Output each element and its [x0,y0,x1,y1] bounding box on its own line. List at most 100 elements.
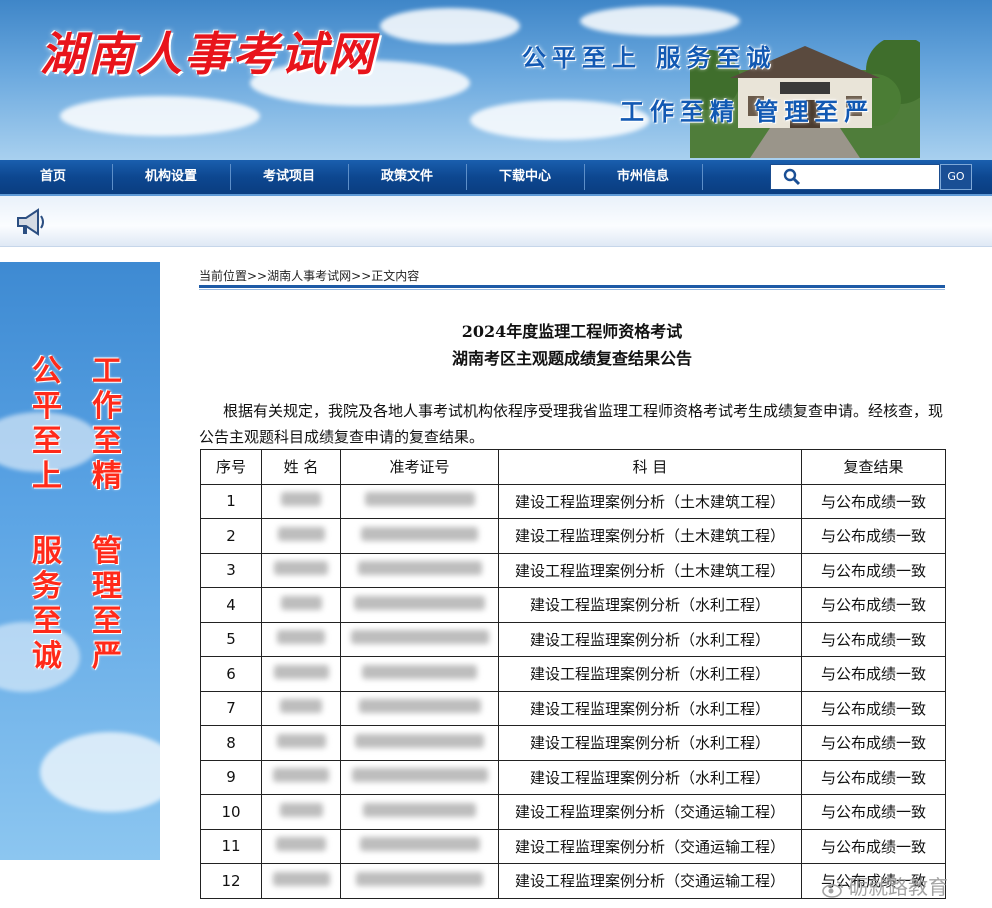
cloud [40,732,160,812]
watermark: 砺就路教育 [822,871,948,900]
go-button[interactable]: GO [940,164,972,190]
table-row: 8 建设工程监理案例分析（水利工程） 与公布成绩一致 [200,725,946,761]
cell-name-redacted [261,621,341,657]
cell-name-redacted [261,552,341,588]
cell-no: 1 [200,483,262,519]
nav-item-downloads[interactable]: 下载中心 [466,160,584,194]
redaction-blur [358,699,481,714]
cell-ticket-no-redacted [340,587,499,623]
nav-item-policies[interactable]: 政策文件 [348,160,466,194]
cell-result: 与公布成绩一致 [801,725,946,761]
header-result: 复查结果 [801,449,946,485]
redaction-blur [276,733,326,748]
table-row: 4 建设工程监理案例分析（水利工程） 与公布成绩一致 [200,587,946,623]
cell-ticket-no-redacted [340,759,499,795]
cell-ticket-no-redacted [340,725,499,761]
redaction-blur [363,802,476,817]
redaction-blur [355,733,484,748]
header-name: 姓 名 [261,449,341,485]
side-text-3: 工作至精 [92,354,122,494]
article-title-line2: 湖南考区主观题成绩复查结果公告 [451,349,692,368]
cell-name-redacted [261,794,341,830]
cell-subject: 建设工程监理案例分析（交通运输工程） [498,828,802,864]
cloud [60,96,260,136]
redaction-blur [280,699,322,714]
cell-no: 6 [200,656,262,692]
table-row: 5 建设工程监理案例分析（水利工程） 与公布成绩一致 [200,621,946,657]
article-paragraph: 根据有关规定，我院及各地人事考试机构依程序受理我省监理工程师资格考试考生成绩复查… [199,402,944,446]
slogan-line1: 公平至上 服务至诚 [522,43,777,72]
side-text-2: 服务至诚 [32,534,62,674]
cell-no: 11 [200,828,262,864]
cell-no: 3 [200,552,262,588]
cell-no: 12 [200,863,262,899]
cell-no: 2 [200,518,262,554]
cell-no: 5 [200,621,262,657]
speaker-icon [17,208,44,236]
cell-ticket-no-redacted [340,483,499,519]
header-no: 序号 [200,449,262,485]
breadcrumb: 当前位置>>湖南人事考试网>>正文内容 [199,267,419,284]
nav-item-organization[interactable]: 机构设置 [112,160,230,194]
redaction-blur [359,837,480,852]
breadcrumb-divider [199,285,945,288]
redaction-blur [273,768,329,783]
notice-bar [0,196,992,247]
header-subject: 科 目 [498,449,802,485]
redaction-blur [351,768,488,783]
redaction-blur [361,526,478,541]
cell-result: 与公布成绩一致 [801,587,946,623]
header-ticket-no: 准考证号 [340,449,499,485]
watermark-text: 砺就路教育 [848,875,948,899]
table-row: 6 建设工程监理案例分析（水利工程） 与公布成绩一致 [200,656,946,692]
side-text-1: 公平至上 [32,354,62,494]
cell-ticket-no-redacted [340,656,499,692]
breadcrumb-prefix: 当前位置>> [199,269,268,283]
cell-ticket-no-redacted [340,621,499,657]
redaction-blur [280,595,322,610]
table-row: 3 建设工程监理案例分析（土木建筑工程） 与公布成绩一致 [200,552,946,588]
redaction-blur [356,871,483,886]
site-banner: 湖南人事考试网 公平至上 服务至诚 工作至精 管理至严 [0,0,992,160]
nav-item-home[interactable]: 首页 [0,160,112,194]
weibo-icon [822,880,843,898]
cell-ticket-no-redacted [340,828,499,864]
breadcrumb-home-link[interactable]: 湖南人事考试网 [267,269,351,283]
result-table: 序号 姓 名 准考证号 科 目 复查结果 1 建设工程监理案例分析（土木建筑工程）… [200,449,946,899]
cell-subject: 建设工程监理案例分析（水利工程） [498,725,802,761]
cell-ticket-no-redacted [340,552,499,588]
cell-result: 与公布成绩一致 [801,828,946,864]
cell-result: 与公布成绩一致 [801,552,946,588]
search-input[interactable] [807,167,937,187]
cell-name-redacted [261,518,341,554]
cell-name-redacted [261,690,341,726]
cell-result: 与公布成绩一致 [801,483,946,519]
cloud [580,6,740,36]
search-box [770,164,940,190]
redaction-blur [362,664,477,679]
cell-result: 与公布成绩一致 [801,690,946,726]
cell-result: 与公布成绩一致 [801,759,946,795]
cell-ticket-no-redacted [340,794,499,830]
breadcrumb-separator: >> [351,269,372,283]
slogan-line2: 工作至精 管理至严 [620,97,875,126]
nav-item-city-info[interactable]: 市州信息 [584,160,702,194]
redaction-blur [350,630,489,645]
cell-ticket-no-redacted [340,690,499,726]
cell-subject: 建设工程监理案例分析（土木建筑工程） [498,483,802,519]
cell-ticket-no-redacted [340,518,499,554]
cell-no: 7 [200,690,262,726]
redaction-blur [272,871,330,886]
cell-subject: 建设工程监理案例分析（土木建筑工程） [498,552,802,588]
cell-subject: 建设工程监理案例分析（交通运输工程） [498,863,802,899]
redaction-blur [279,802,323,817]
cell-no: 10 [200,794,262,830]
cell-name-redacted [261,759,341,795]
cell-no: 8 [200,725,262,761]
nav-divider [702,164,703,190]
redaction-blur [357,561,482,576]
nav-item-exams[interactable]: 考试项目 [230,160,348,194]
breadcrumb-current: 正文内容 [371,269,420,283]
site-logo[interactable]: 湖南人事考试网 [40,18,376,84]
redaction-blur [273,664,329,679]
